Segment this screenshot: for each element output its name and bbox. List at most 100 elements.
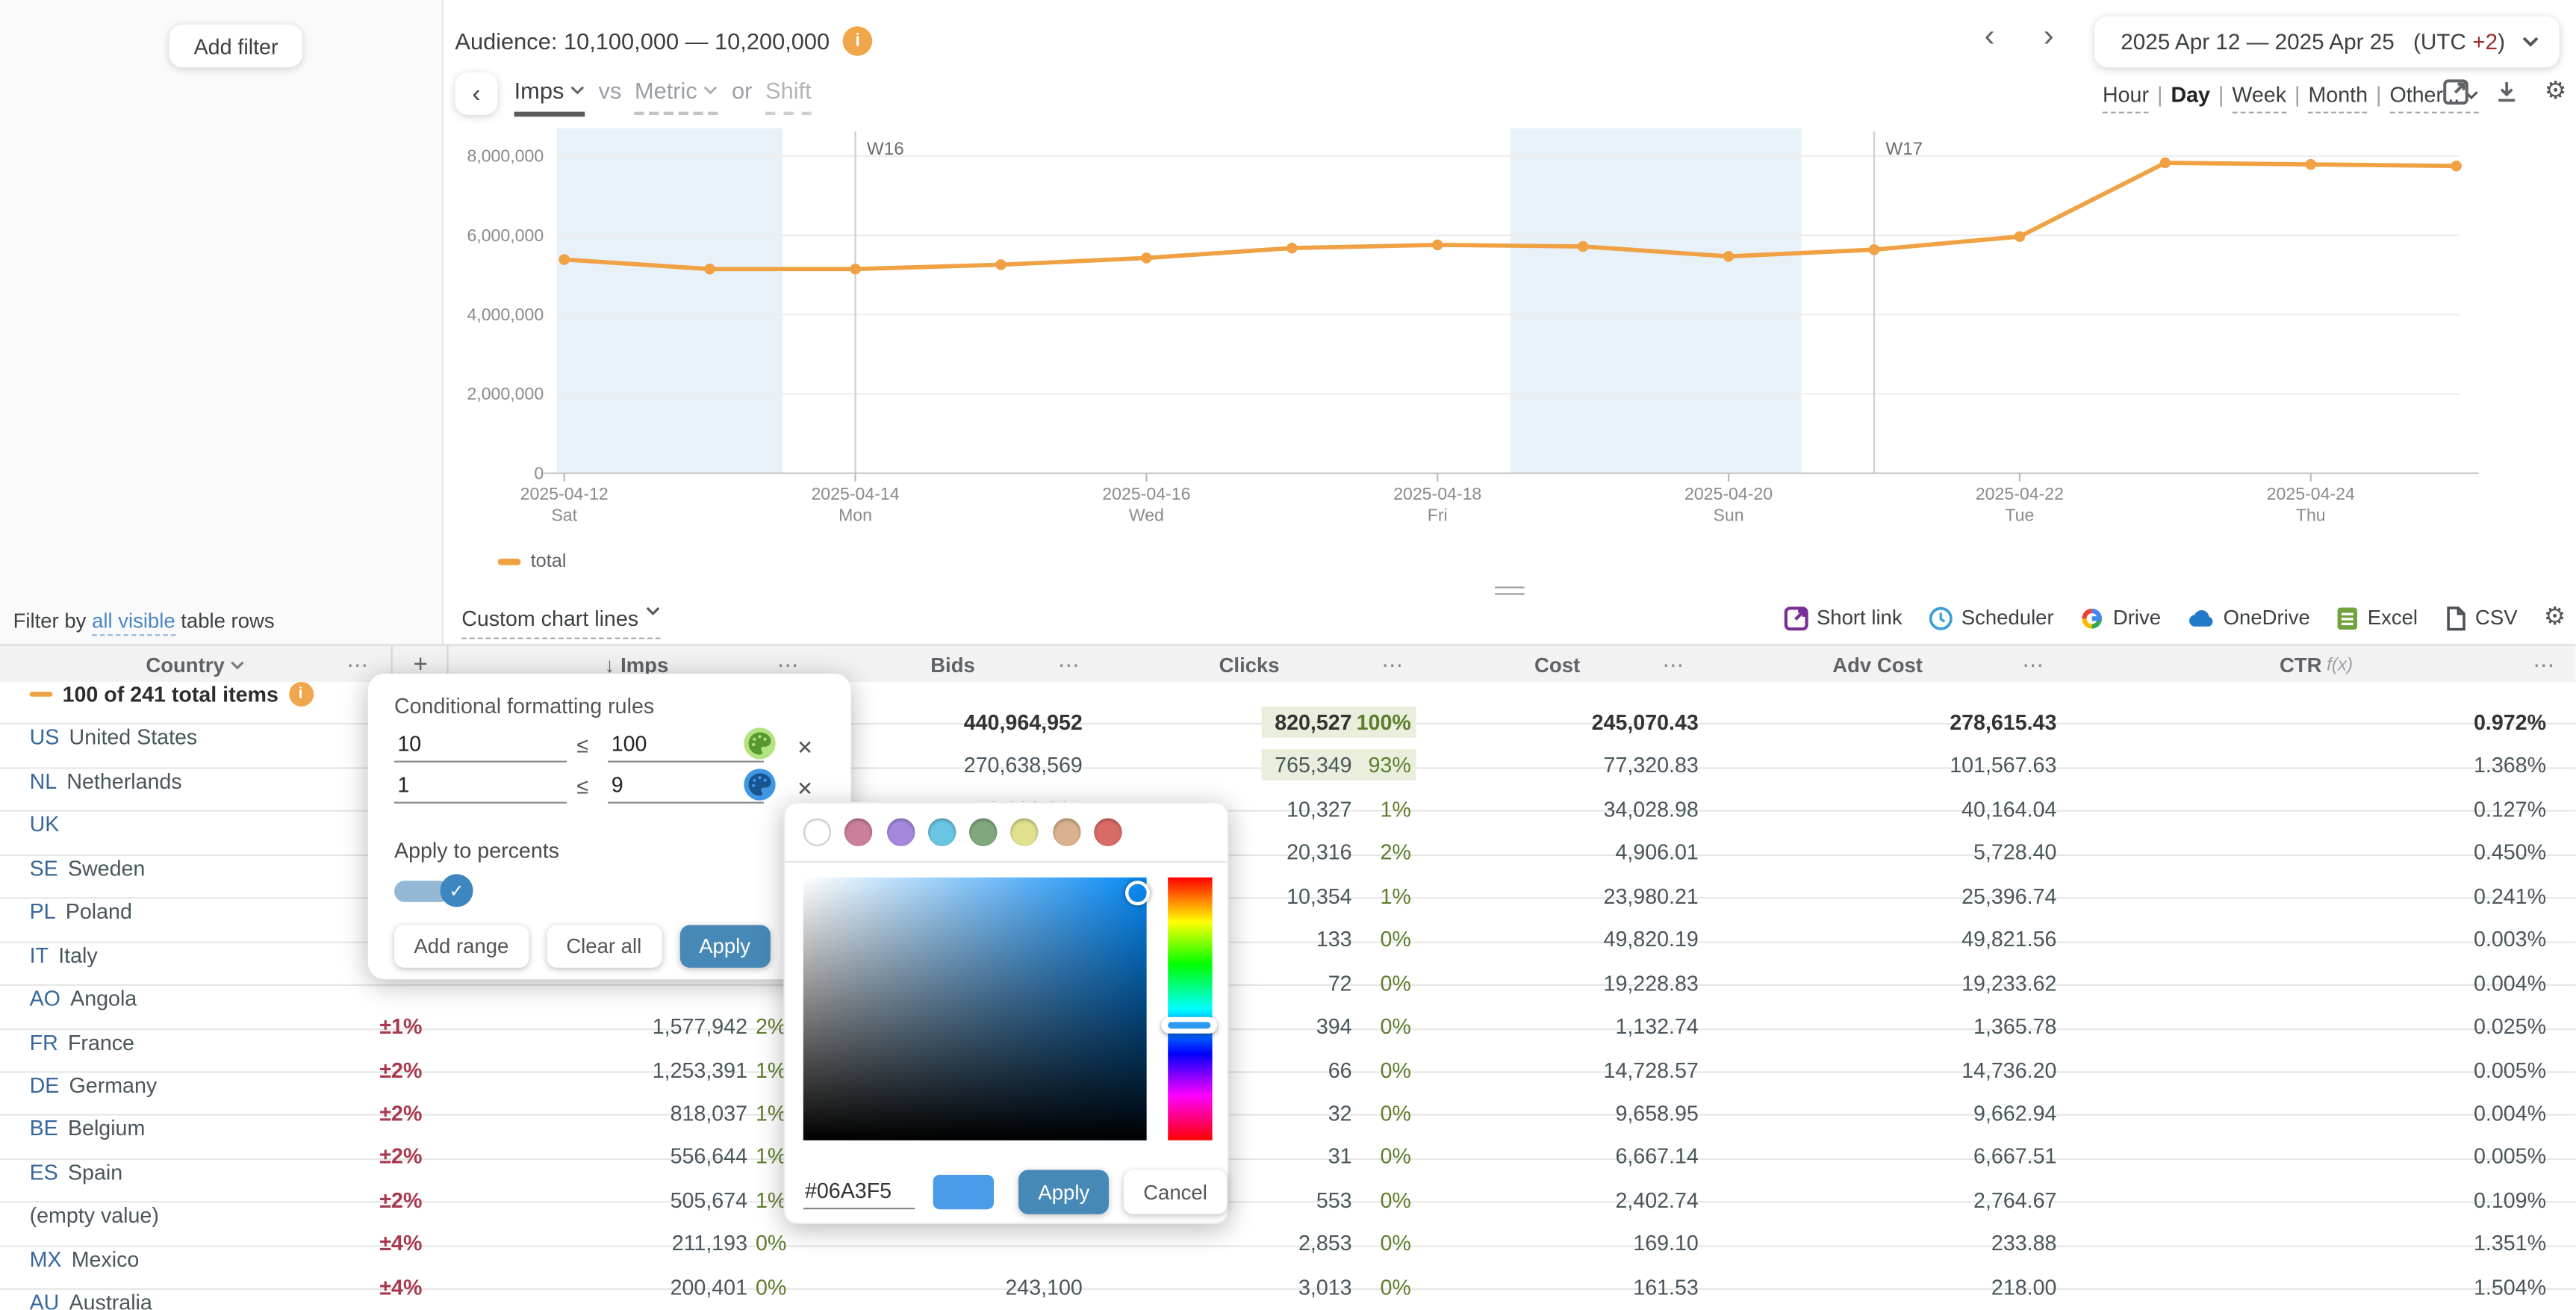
column-header-bids[interactable]: Bids ⋯ <box>823 646 1083 684</box>
column-menu-icon[interactable]: ⋯ <box>2022 651 2044 677</box>
ctr-cell: 0.127% <box>2473 796 2546 822</box>
column-menu-icon[interactable]: ⋯ <box>346 651 368 677</box>
date-range-label: 2025 Apr 12 — 2025 Apr 25 <box>2121 29 2395 55</box>
info-icon[interactable]: i <box>288 682 314 707</box>
column-menu-icon[interactable]: ⋯ <box>2533 651 2554 677</box>
country-code-link[interactable]: MX <box>30 1247 62 1271</box>
column-header-cost[interactable]: Cost ⋯ <box>1416 646 1698 684</box>
rule-color-button-blue[interactable] <box>742 767 777 801</box>
ctr-cell: 0.025% <box>2473 1013 2546 1039</box>
rule-from-input[interactable]: 1 <box>394 772 567 804</box>
column-menu-icon[interactable]: ⋯ <box>1381 651 1403 677</box>
date-range-picker[interactable]: 2025 Apr 12 — 2025 Apr 25 (UTC +2) <box>2094 16 2560 68</box>
csv-icon <box>2444 606 2467 630</box>
preset-swatch[interactable] <box>1011 818 1039 846</box>
export-scheduler[interactable]: Scheduler <box>1929 606 2054 630</box>
audience-info-icon[interactable]: i <box>842 26 873 56</box>
scheduler-icon <box>1929 606 1953 630</box>
time-series-chart[interactable]: W16 W17 0 2,000,000 4,000,000 6,000,000 8,000,… <box>442 128 2512 559</box>
preset-swatch[interactable] <box>927 818 956 846</box>
country-code-link[interactable]: AO <box>30 986 60 1011</box>
adv-cost-cell: 9,662.94 <box>1973 1100 2057 1126</box>
rule-to-input[interactable]: 100 <box>608 731 765 763</box>
cancel-color-button[interactable]: Cancel <box>1123 1170 1228 1214</box>
add-filter-button[interactable]: Add filter <box>169 25 303 68</box>
preset-swatch[interactable] <box>886 818 915 846</box>
gear-icon[interactable]: ⚙ <box>2545 78 2567 105</box>
country-code-link[interactable]: US <box>30 725 60 750</box>
gradient-cursor[interactable] <box>1125 881 1150 906</box>
chart-back-button[interactable]: ‹ <box>455 72 498 115</box>
audience-label: Audience: 10,100,000 — 10,200,000 <box>455 28 830 55</box>
country-code-link[interactable]: SE <box>30 856 58 881</box>
remove-rule-icon[interactable]: ✕ <box>797 777 813 801</box>
column-menu-icon[interactable]: ⋯ <box>1058 651 1080 677</box>
svg-text:Thu: Thu <box>2296 505 2326 524</box>
export-drive[interactable]: Drive <box>2080 606 2161 630</box>
cost-cell: 169.10 <box>1633 1231 1699 1256</box>
svg-text:Wed: Wed <box>1129 505 1164 524</box>
remove-rule-icon[interactable]: ✕ <box>797 736 813 760</box>
column-menu-icon[interactable]: ⋯ <box>1662 651 1684 677</box>
preset-swatch[interactable] <box>803 818 832 846</box>
color-preview-swatch <box>933 1175 994 1210</box>
svg-text:W17: W17 <box>1885 139 1923 159</box>
adv-cost-cell: 6,667.51 <box>1973 1144 2057 1170</box>
svg-text:Mon: Mon <box>839 505 872 524</box>
chart-action-icons: ⚙ <box>2442 78 2567 105</box>
apply-to-percents-toggle[interactable]: ✓ <box>394 874 473 907</box>
country-code-link[interactable]: BE <box>30 1117 58 1141</box>
saturation-gradient[interactable] <box>803 877 1150 1140</box>
country-code-link[interactable]: UK <box>30 812 60 836</box>
chart-resize-handle[interactable] <box>1495 582 1525 600</box>
country-code-link[interactable]: AU <box>30 1290 60 1310</box>
preset-swatch[interactable] <box>1052 818 1081 846</box>
country-name: (empty value) <box>29 1202 159 1228</box>
rule-color-button-green[interactable] <box>742 726 777 760</box>
shift-toggle[interactable]: Shift <box>765 77 812 115</box>
conditional-formatting-popup: Conditional formatting rules 10 ≤ 100 ✕ … <box>367 674 892 980</box>
table-settings-gear-icon[interactable]: ⚙ <box>2544 604 2566 631</box>
open-external-icon[interactable] <box>2442 79 2468 105</box>
add-range-button[interactable]: Add range <box>394 925 529 968</box>
download-icon[interactable] <box>2494 79 2520 105</box>
next-period-button[interactable]: › <box>2044 21 2054 55</box>
country-code-link[interactable]: NL <box>30 769 57 793</box>
column-header-country[interactable]: Country ⋯ <box>0 646 391 684</box>
preset-swatch[interactable] <box>1094 818 1122 846</box>
country-code-link[interactable]: PL <box>30 899 56 924</box>
granularity-month[interactable]: Month <box>2308 82 2368 114</box>
column-header-ctr[interactable]: CTR f(x) ⋯ <box>2056 646 2575 684</box>
country-code-link[interactable]: ES <box>30 1160 58 1185</box>
preset-swatch[interactable] <box>969 818 998 846</box>
granularity-day[interactable]: Day <box>2171 82 2209 112</box>
country-code-link[interactable]: FR <box>30 1029 58 1054</box>
granularity-week[interactable]: Week <box>2232 82 2287 114</box>
rule-to-input[interactable]: 9 <box>608 772 765 804</box>
metric-primary-dropdown[interactable]: Imps <box>514 77 585 117</box>
country-name: Australia <box>69 1290 152 1310</box>
chevron-down-icon <box>2522 37 2539 47</box>
hex-color-input[interactable]: #06A3F5 <box>803 1178 915 1210</box>
hue-slider-handle[interactable] <box>1161 1016 1218 1034</box>
clear-all-button[interactable]: Clear all <box>546 925 662 968</box>
export-short-link[interactable]: Short link <box>1784 606 1903 630</box>
export-excel[interactable]: Excel <box>2336 606 2418 630</box>
apply-rules-button[interactable]: Apply <box>679 925 771 968</box>
metric-compare-dropdown[interactable]: Metric <box>634 77 719 115</box>
country-code-link[interactable]: IT <box>30 943 49 967</box>
country-code-link[interactable]: DE <box>30 1072 60 1097</box>
apply-color-button[interactable]: Apply <box>1018 1170 1110 1214</box>
rule-from-input[interactable]: 10 <box>394 731 567 763</box>
column-header-clicks[interactable]: Clicks ⋯ <box>1083 646 1416 684</box>
export-onedrive[interactable]: OneDrive <box>2187 606 2310 630</box>
export-csv[interactable]: CSV <box>2444 606 2518 630</box>
prev-period-button[interactable]: ‹ <box>1985 21 1995 55</box>
preset-swatch[interactable] <box>844 818 873 846</box>
svg-text:2,000,000: 2,000,000 <box>467 384 544 403</box>
hue-slider[interactable] <box>1161 877 1218 1140</box>
imps-cell: 211,193 0% <box>671 1231 787 1256</box>
granularity-hour[interactable]: Hour <box>2103 82 2150 114</box>
column-header-adv-cost[interactable]: Adv Cost ⋯ <box>1699 646 2057 684</box>
cost-cell: 34,028.98 <box>1603 796 1699 822</box>
